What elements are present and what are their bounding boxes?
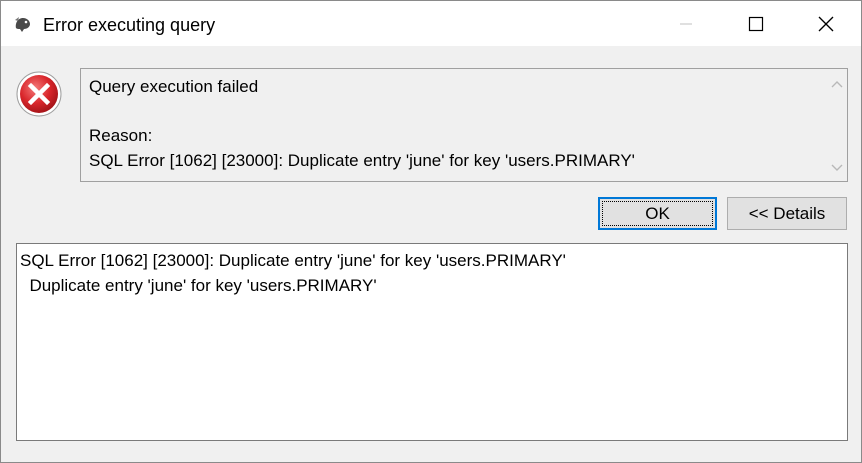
scroll-up-icon[interactable] — [831, 79, 843, 89]
minimize-button[interactable] — [651, 1, 721, 46]
window-title: Error executing query — [43, 15, 216, 35]
details-line-2: Duplicate entry 'june' for key 'users.PR… — [20, 276, 377, 295]
error-heading: Query execution failed — [89, 77, 259, 96]
error-message-box[interactable]: Query execution failed Reason: SQL Error… — [80, 68, 848, 182]
error-dialog: Error executing query Query execution fa… — [0, 0, 862, 463]
maximize-icon — [748, 16, 764, 31]
beaver-app-icon — [15, 17, 30, 32]
error-icon — [16, 71, 62, 117]
minimize-icon — [680, 23, 692, 24]
close-icon — [818, 16, 834, 31]
message-scrollbar[interactable] — [827, 69, 847, 181]
ok-button[interactable]: OK — [598, 197, 717, 230]
details-button-label: << Details — [748, 204, 826, 223]
details-line-1: SQL Error [1062] [23000]: Duplicate entr… — [20, 251, 566, 270]
focus-rectangle — [602, 201, 713, 226]
details-toggle-button[interactable]: << Details — [727, 197, 847, 230]
reason-label: Reason: — [89, 126, 153, 145]
close-button[interactable] — [791, 1, 861, 46]
error-details-text[interactable]: SQL Error [1062] [23000]: Duplicate entr… — [16, 243, 848, 441]
reason-text: SQL Error [1062] [23000]: Duplicate entr… — [89, 151, 635, 170]
maximize-button[interactable] — [721, 1, 791, 46]
title-bar[interactable]: Error executing query — [1, 1, 861, 46]
scroll-down-icon[interactable] — [831, 163, 843, 173]
